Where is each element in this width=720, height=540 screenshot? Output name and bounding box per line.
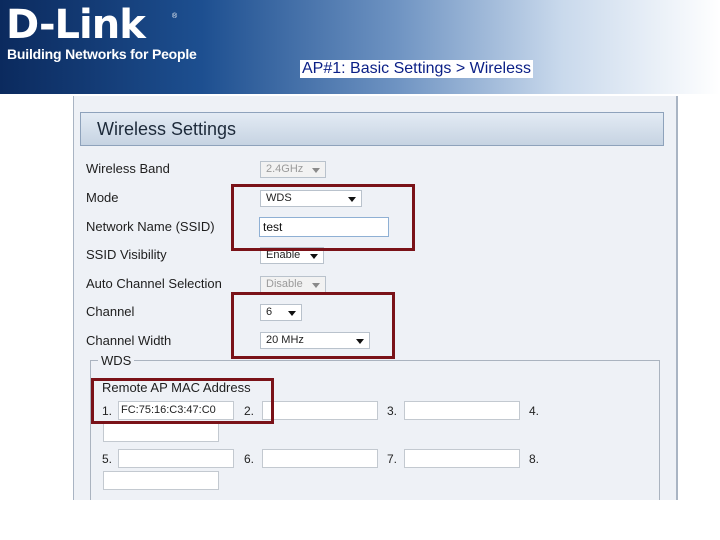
mac-entry-number: 6. xyxy=(244,452,255,466)
auto-channel-select[interactable]: Disable xyxy=(260,276,326,293)
mac-entry-number: 4. xyxy=(529,404,540,418)
header-band: D-Link ® Building Networks for People xyxy=(0,0,720,94)
mac-input-5[interactable] xyxy=(118,449,234,468)
auto-channel-value: Disable xyxy=(266,278,303,290)
mac-input-2[interactable] xyxy=(262,401,378,420)
mac-input-8[interactable] xyxy=(103,471,219,490)
mode-label: Mode xyxy=(86,190,119,205)
channel-width-label: Channel Width xyxy=(86,333,172,348)
channel-label: Channel xyxy=(86,304,135,319)
mac-entry-number: 8. xyxy=(529,452,540,466)
mac-input-4[interactable] xyxy=(103,423,219,442)
mac-input-3[interactable] xyxy=(404,401,520,420)
panel-header: Wireless Settings xyxy=(80,112,664,146)
highlight-remote-mac xyxy=(91,378,274,424)
dlink-logo: D-Link ® Building Networks for People xyxy=(6,2,197,62)
wireless-band-select[interactable]: 2.4GHz xyxy=(260,161,326,178)
wireless-band-value: 2.4GHz xyxy=(266,163,304,175)
ssid-label: Network Name (SSID) xyxy=(86,219,215,234)
wireless-band-label: Wireless Band xyxy=(86,161,170,176)
brand-tagline: Building Networks for People xyxy=(7,46,197,62)
mac-entry-number: 5. xyxy=(102,452,113,466)
highlight-channel xyxy=(231,292,395,359)
ssid-visibility-label: SSID Visibility xyxy=(86,247,167,262)
brand-name: D-Link xyxy=(6,2,146,48)
highlight-mode-ssid xyxy=(231,184,415,251)
auto-channel-label: Auto Channel Selection xyxy=(86,276,222,291)
chevron-down-icon xyxy=(310,254,318,259)
panel-title: Wireless Settings xyxy=(97,119,237,139)
mac-input-7[interactable] xyxy=(404,449,520,468)
wds-legend: WDS xyxy=(98,353,135,368)
mac-input-6[interactable] xyxy=(262,449,378,468)
chevron-down-icon xyxy=(312,168,320,173)
slide-title: AP#1: Basic Settings > Wireless xyxy=(300,60,533,78)
mac-entry-number: 7. xyxy=(387,452,398,466)
mac-entry-number: 3. xyxy=(387,404,398,418)
registered-mark: ® xyxy=(172,13,178,20)
chevron-down-icon xyxy=(312,283,320,288)
